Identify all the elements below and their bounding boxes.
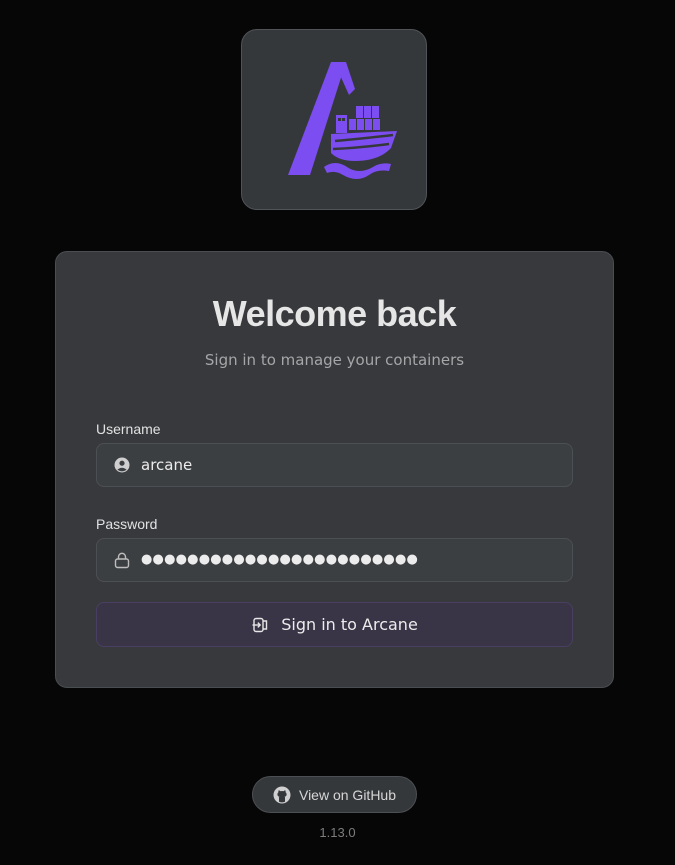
login-card: Welcome back Sign in to manage your cont…: [55, 251, 614, 688]
username-field[interactable]: arcane: [96, 443, 573, 487]
password-field[interactable]: ●●●●●●●●●●●●●●●●●●●●●●●●: [96, 538, 573, 582]
login-page: Welcome back Sign in to manage your cont…: [0, 0, 675, 865]
github-link[interactable]: View on GitHub: [252, 776, 417, 813]
sign-in-label: Sign in to Arcane: [281, 614, 418, 634]
lock-icon: [113, 551, 131, 569]
page-title: Welcome back: [212, 293, 457, 334]
github-icon: [273, 786, 291, 804]
app-version: 1.13.0: [319, 825, 356, 840]
app-logo: [241, 29, 427, 210]
password-label: Password: [96, 516, 158, 532]
arcane-ship-logo-icon: [288, 61, 397, 179]
page-subtitle: Sign in to manage your containers: [204, 351, 465, 369]
password-value: ●●●●●●●●●●●●●●●●●●●●●●●●: [141, 552, 419, 567]
username-label: Username: [96, 421, 161, 437]
user-circle-icon: [113, 456, 131, 474]
github-label: View on GitHub: [298, 786, 396, 803]
username-value: arcane: [141, 456, 193, 474]
sign-in-icon: [251, 616, 269, 634]
sign-in-button[interactable]: Sign in to Arcane: [96, 602, 573, 647]
